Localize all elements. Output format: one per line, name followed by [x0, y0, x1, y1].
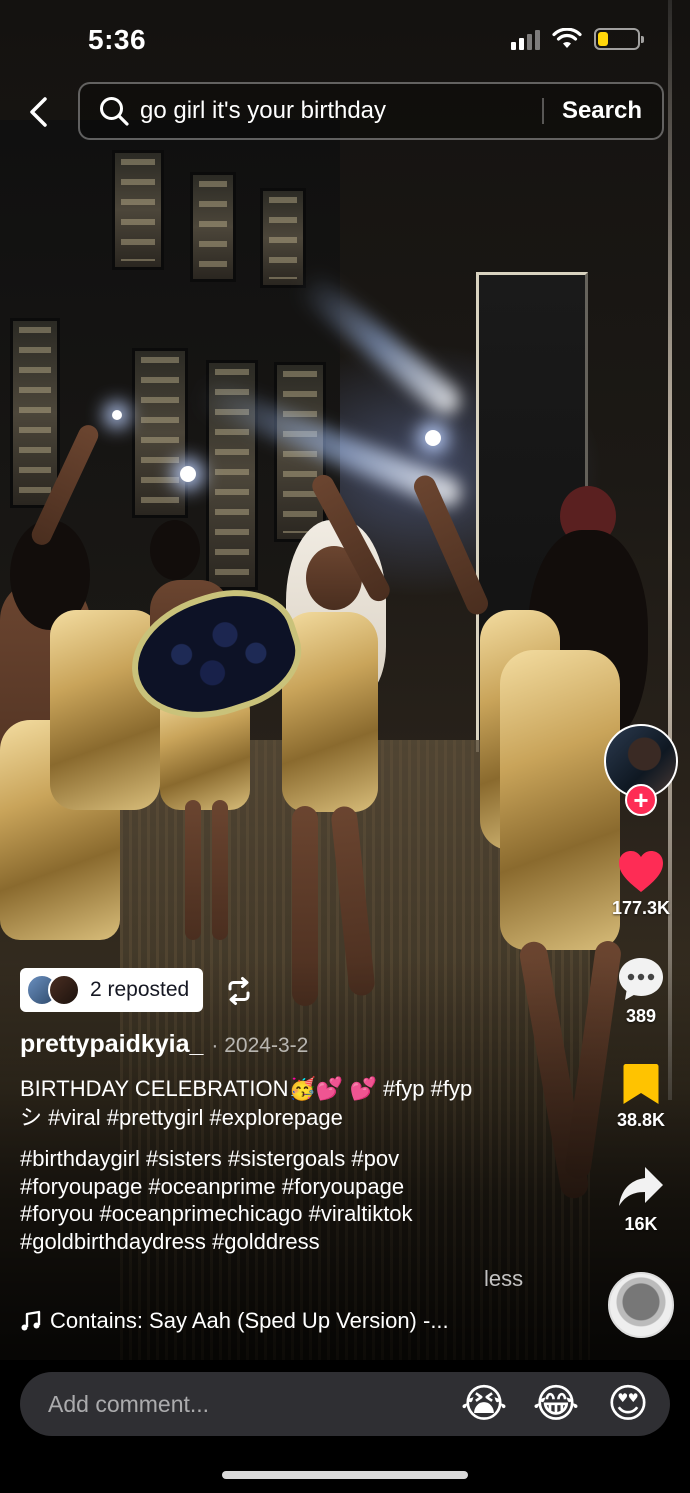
hashtag-block: #birthdaygirl #sisters #sistergoals #pov… [20, 1145, 560, 1255]
post-caption: BIRTHDAY CELEBRATION🥳💕 💕 #fyp #fyp シ #vi… [20, 1074, 560, 1132]
bookmark-icon [623, 1064, 659, 1104]
bottom-bar: Add comment... 😭 😂 😍 [0, 1360, 690, 1493]
search-bar[interactable]: go girl it's your birthday Search [78, 82, 664, 140]
caption-line: シ #viral #prettygirl #explorepage [20, 1105, 343, 1130]
creator-avatar-group[interactable]: + [604, 724, 678, 816]
emoji-crying-button[interactable]: 😭 [460, 1380, 508, 1428]
author-row: prettypaidkyia_ · 2024-3-2 [20, 1030, 308, 1059]
comment-input[interactable]: Add comment... [48, 1391, 460, 1418]
hashtag-line[interactable]: #goldbirthdaydress #golddress [20, 1228, 560, 1256]
guest-hair [150, 520, 200, 580]
author-username[interactable]: prettypaidkyia_ [20, 1030, 203, 1059]
cellular-signal-icon [511, 28, 540, 50]
phone-flash [425, 430, 441, 446]
phone-flash [112, 410, 122, 420]
status-time: 5:36 [88, 24, 147, 55]
music-title: Contains: Say Aah (Sped Up Version) -... [50, 1308, 449, 1333]
leg [212, 800, 228, 940]
phone-flash [180, 466, 196, 482]
comment-bar[interactable]: Add comment... 😭 😂 😍 [20, 1372, 670, 1436]
battery-icon [594, 28, 644, 50]
emoji-heart-eyes-button[interactable]: 😍 [604, 1380, 652, 1428]
home-indicator [222, 1471, 468, 1479]
repost-label: 2 reposted [90, 978, 190, 1001]
music-info[interactable]: Contains: Say Aah (Sped Up Version) -... [20, 1308, 449, 1334]
repost-avatars [26, 974, 80, 1006]
hashtag-line[interactable]: #birthdaygirl #sisters #sistergoals #pov [20, 1145, 560, 1173]
chevron-left-icon [30, 97, 47, 127]
share-count: 16K [624, 1214, 658, 1234]
hashtag-line[interactable]: #foryou #oceanprimechicago #viraltiktok [20, 1200, 560, 1228]
comment-button[interactable]: 389 [598, 956, 684, 1027]
repost-badge[interactable]: 2 reposted [20, 968, 204, 1012]
search-button[interactable]: Search [544, 97, 662, 125]
music-note-icon [21, 1310, 41, 1331]
status-icons [511, 28, 644, 50]
caption-line: BIRTHDAY CELEBRATION🥳💕 💕 #fyp #fyp [20, 1076, 473, 1101]
heart-icon [619, 851, 663, 892]
wine-cabinet [260, 188, 306, 288]
like-button[interactable]: 177.3K [598, 850, 684, 919]
wine-cabinet [132, 348, 188, 518]
share-arrow-icon [619, 1167, 663, 1206]
search-input[interactable]: go girl it's your birthday [140, 97, 542, 125]
wine-cabinet [10, 318, 60, 508]
battery-level [598, 32, 608, 46]
save-count: 38.8K [616, 1110, 666, 1130]
follow-button[interactable]: + [625, 784, 657, 816]
like-count: 177.3K [611, 898, 671, 918]
less-button[interactable]: less [484, 1266, 523, 1292]
led-strip [668, 0, 672, 1100]
back-button[interactable] [20, 92, 56, 132]
comment-count: 389 [625, 1006, 657, 1026]
wine-cabinet [190, 172, 236, 282]
wine-cabinet [112, 150, 164, 270]
repost-icon[interactable] [224, 976, 254, 1006]
leg [185, 800, 201, 940]
save-button[interactable]: 38.8K [598, 1062, 684, 1131]
wifi-icon [552, 28, 582, 48]
search-icon [100, 97, 129, 126]
music-disc[interactable] [608, 1272, 674, 1338]
emoji-laughing-button[interactable]: 😂 [532, 1380, 580, 1428]
comment-bubble-icon [619, 958, 663, 1000]
post-date: · 2024-3-2 [211, 1034, 309, 1057]
hashtag-line[interactable]: #foryoupage #oceanprime #foryoupage [20, 1173, 560, 1201]
share-button[interactable]: 16K [598, 1164, 684, 1235]
